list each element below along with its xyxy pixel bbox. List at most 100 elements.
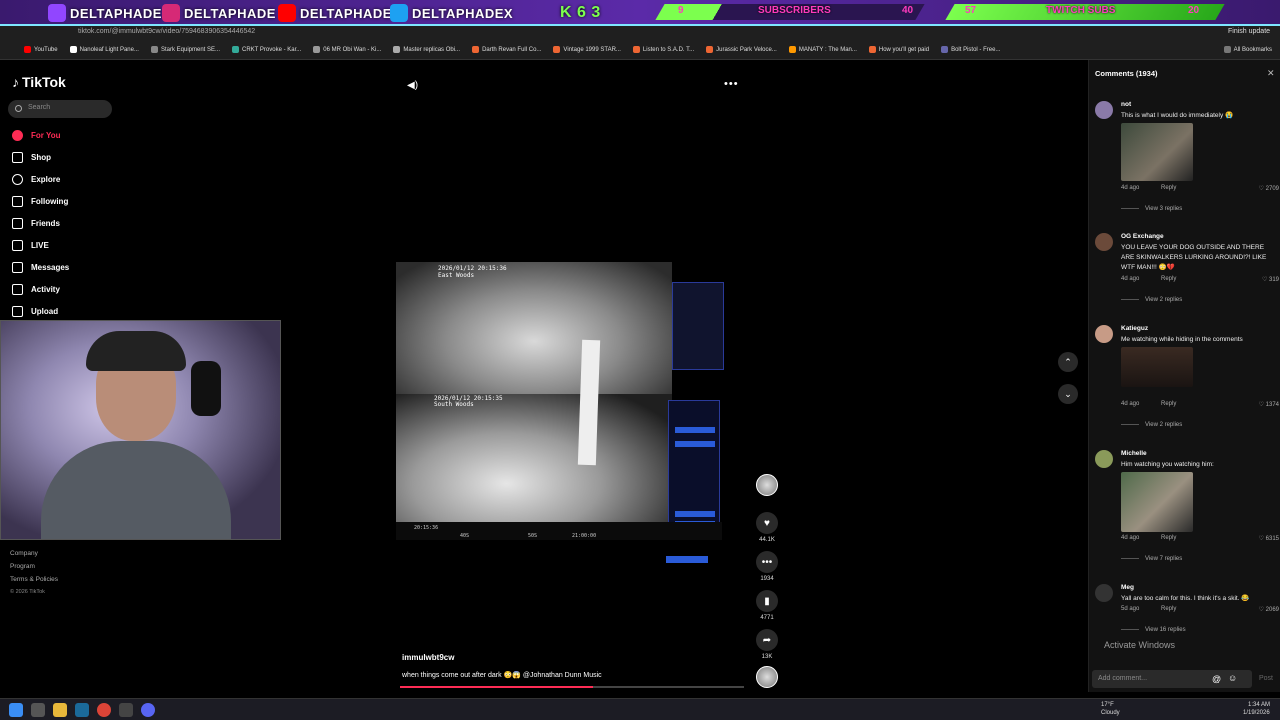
url-text[interactable]: tiktok.com/@immulwbt9cw/video/7594683906… xyxy=(78,28,255,35)
nav-live[interactable]: LIVE xyxy=(12,240,49,251)
webcam-person-body xyxy=(41,441,231,539)
comment-meta: 4d ago Reply ♡ 6315 xyxy=(1121,535,1279,542)
like-button[interactable]: ♥ 44.1K xyxy=(756,512,778,543)
volume-icon[interactable]: ◀) xyxy=(407,80,418,91)
clock-date[interactable]: 1/19/2026 xyxy=(1243,710,1270,716)
avatar[interactable] xyxy=(1095,325,1113,343)
comment-like-count[interactable]: ♡ 2709 xyxy=(1259,185,1279,192)
avatar[interactable] xyxy=(1095,101,1113,119)
subs-current: 9 xyxy=(678,5,684,16)
chrome-icon[interactable] xyxy=(97,703,111,717)
more-options-icon[interactable]: ••• xyxy=(724,78,739,90)
bookmark-item[interactable]: Darth Revan Full Co... xyxy=(472,46,541,53)
dvr-file-playback-button xyxy=(675,511,715,517)
bookmark-item[interactable]: Master replicas Obi... xyxy=(393,46,460,53)
compass-icon xyxy=(12,174,23,185)
app-icon[interactable] xyxy=(119,703,133,717)
reply-button[interactable]: Reply xyxy=(1161,401,1176,407)
video-progress-bar[interactable] xyxy=(400,686,744,688)
comment-username[interactable]: not xyxy=(1121,101,1131,108)
avatar[interactable] xyxy=(1095,233,1113,251)
nav-activity[interactable]: Activity xyxy=(12,284,60,295)
subs-goal: 40 xyxy=(902,5,914,16)
bookmark-item[interactable]: MANATY : The Man... xyxy=(788,46,857,53)
sound-disc-avatar[interactable] xyxy=(756,666,778,688)
bookmark-item[interactable]: Nanoleaf Light Pane... xyxy=(69,46,139,53)
instagram-icon xyxy=(162,4,180,22)
comment-image[interactable] xyxy=(1121,123,1193,181)
steam-icon[interactable] xyxy=(75,703,89,717)
all-bookmarks[interactable]: All Bookmarks xyxy=(1223,46,1272,53)
nav-for-you[interactable]: For You xyxy=(12,130,60,141)
activity-icon xyxy=(12,284,23,295)
reply-button[interactable]: Reply xyxy=(1161,276,1176,282)
task-view-icon[interactable] xyxy=(31,703,45,717)
clock-time[interactable]: 1:34 AM xyxy=(1248,702,1270,708)
bookmark-item[interactable]: Jurassic Park Veloce... xyxy=(706,46,777,53)
comment-like-count[interactable]: ♡ 2069 xyxy=(1259,606,1279,613)
search-input[interactable]: Search xyxy=(8,100,112,118)
reply-button[interactable]: Reply xyxy=(1161,606,1176,612)
emoji-icon[interactable]: ☺ xyxy=(1228,673,1237,683)
share-button[interactable]: ➦ 13K xyxy=(756,629,778,660)
goal-letters: K 6 3 xyxy=(560,4,601,21)
view-replies-button[interactable]: View 7 replies xyxy=(1121,556,1182,562)
weather-desc[interactable]: Cloudy xyxy=(1101,710,1120,716)
nav-friends[interactable]: Friends xyxy=(12,218,60,229)
post-button[interactable]: Post xyxy=(1259,675,1273,682)
dvr-calendar-panel xyxy=(672,282,724,370)
comment-image[interactable] xyxy=(1121,472,1193,532)
finish-update-button[interactable]: Finish update xyxy=(1228,28,1270,35)
save-button[interactable]: ▮ 4771 xyxy=(756,590,778,621)
comment-image[interactable] xyxy=(1121,347,1193,387)
creator-avatar[interactable] xyxy=(756,474,778,496)
reply-button[interactable]: Reply xyxy=(1161,535,1176,541)
bookmark-item[interactable]: Vintage 1999 STAR... xyxy=(553,46,621,53)
bookmark-item[interactable]: Bolt Pistol - Free... xyxy=(941,46,1000,53)
bookmark-item[interactable]: CRKT Provoke - Kar... xyxy=(232,46,301,53)
nav-messages[interactable]: Messages xyxy=(12,262,69,273)
footer-terms[interactable]: Terms & Policies xyxy=(10,576,58,583)
footer-program[interactable]: Program xyxy=(10,563,35,570)
bookmark-item[interactable]: Listen to S.A.D. T... xyxy=(632,46,694,53)
browser-address-bar[interactable]: tiktok.com/@immulwbt9cw/video/7594683906… xyxy=(0,26,1280,40)
comment-like-count[interactable]: ♡ 319 xyxy=(1262,276,1279,283)
comment-meta: 4d ago Reply ♡ 319 xyxy=(1121,276,1279,283)
footer-copyright: © 2026 TikTok xyxy=(10,589,45,595)
next-video-button[interactable]: ⌄ xyxy=(1058,384,1078,404)
bookmark-item[interactable]: YouTube xyxy=(24,46,58,53)
previous-video-button[interactable]: ⌃ xyxy=(1058,352,1078,372)
reply-button[interactable]: Reply xyxy=(1161,185,1176,191)
view-replies-button[interactable]: View 3 replies xyxy=(1121,206,1182,212)
bookmark-item[interactable]: 06 MR Obi Wan - Ki... xyxy=(313,46,381,53)
bookmark-item[interactable]: How you'll get paid xyxy=(868,46,929,53)
weather-temp[interactable]: 17°F xyxy=(1101,702,1114,708)
view-replies-button[interactable]: View 2 replies xyxy=(1121,422,1182,428)
comment-username[interactable]: OG Exchange xyxy=(1121,233,1164,240)
avatar[interactable] xyxy=(1095,584,1113,602)
file-explorer-icon[interactable] xyxy=(53,703,67,717)
comment-like-count[interactable]: ♡ 6315 xyxy=(1259,535,1279,542)
mention-icon[interactable]: @ xyxy=(1212,674,1221,684)
nav-explore[interactable]: Explore xyxy=(12,174,60,185)
nav-following[interactable]: Following xyxy=(12,196,68,207)
comment-like-count[interactable]: ♡ 1374 xyxy=(1259,401,1279,408)
comment-button[interactable]: ••• 1934 xyxy=(756,551,778,582)
nav-upload[interactable]: Upload xyxy=(12,306,58,317)
webcam-microphone xyxy=(191,361,221,416)
view-replies-button[interactable]: View 16 replies xyxy=(1121,627,1186,633)
nav-shop[interactable]: Shop xyxy=(12,152,51,163)
comment-username[interactable]: Michelle xyxy=(1121,450,1147,457)
bookmark-item[interactable]: Stark Equipment SE... xyxy=(150,46,220,53)
tiktok-logo[interactable]: ♪ TikTok xyxy=(12,74,66,90)
comment-item: Michelle Him watching you watching him: … xyxy=(1095,450,1279,570)
video-author[interactable]: immulwbt9cw xyxy=(402,653,454,662)
discord-icon[interactable] xyxy=(141,703,155,717)
footer-company[interactable]: Company xyxy=(10,550,38,557)
close-icon[interactable]: ✕ xyxy=(1267,68,1275,79)
windows-start-icon[interactable] xyxy=(9,703,23,717)
view-replies-button[interactable]: View 2 replies xyxy=(1121,297,1182,303)
comment-username[interactable]: Katieguz xyxy=(1121,325,1148,332)
avatar[interactable] xyxy=(1095,450,1113,468)
comment-username[interactable]: Meg xyxy=(1121,584,1134,591)
